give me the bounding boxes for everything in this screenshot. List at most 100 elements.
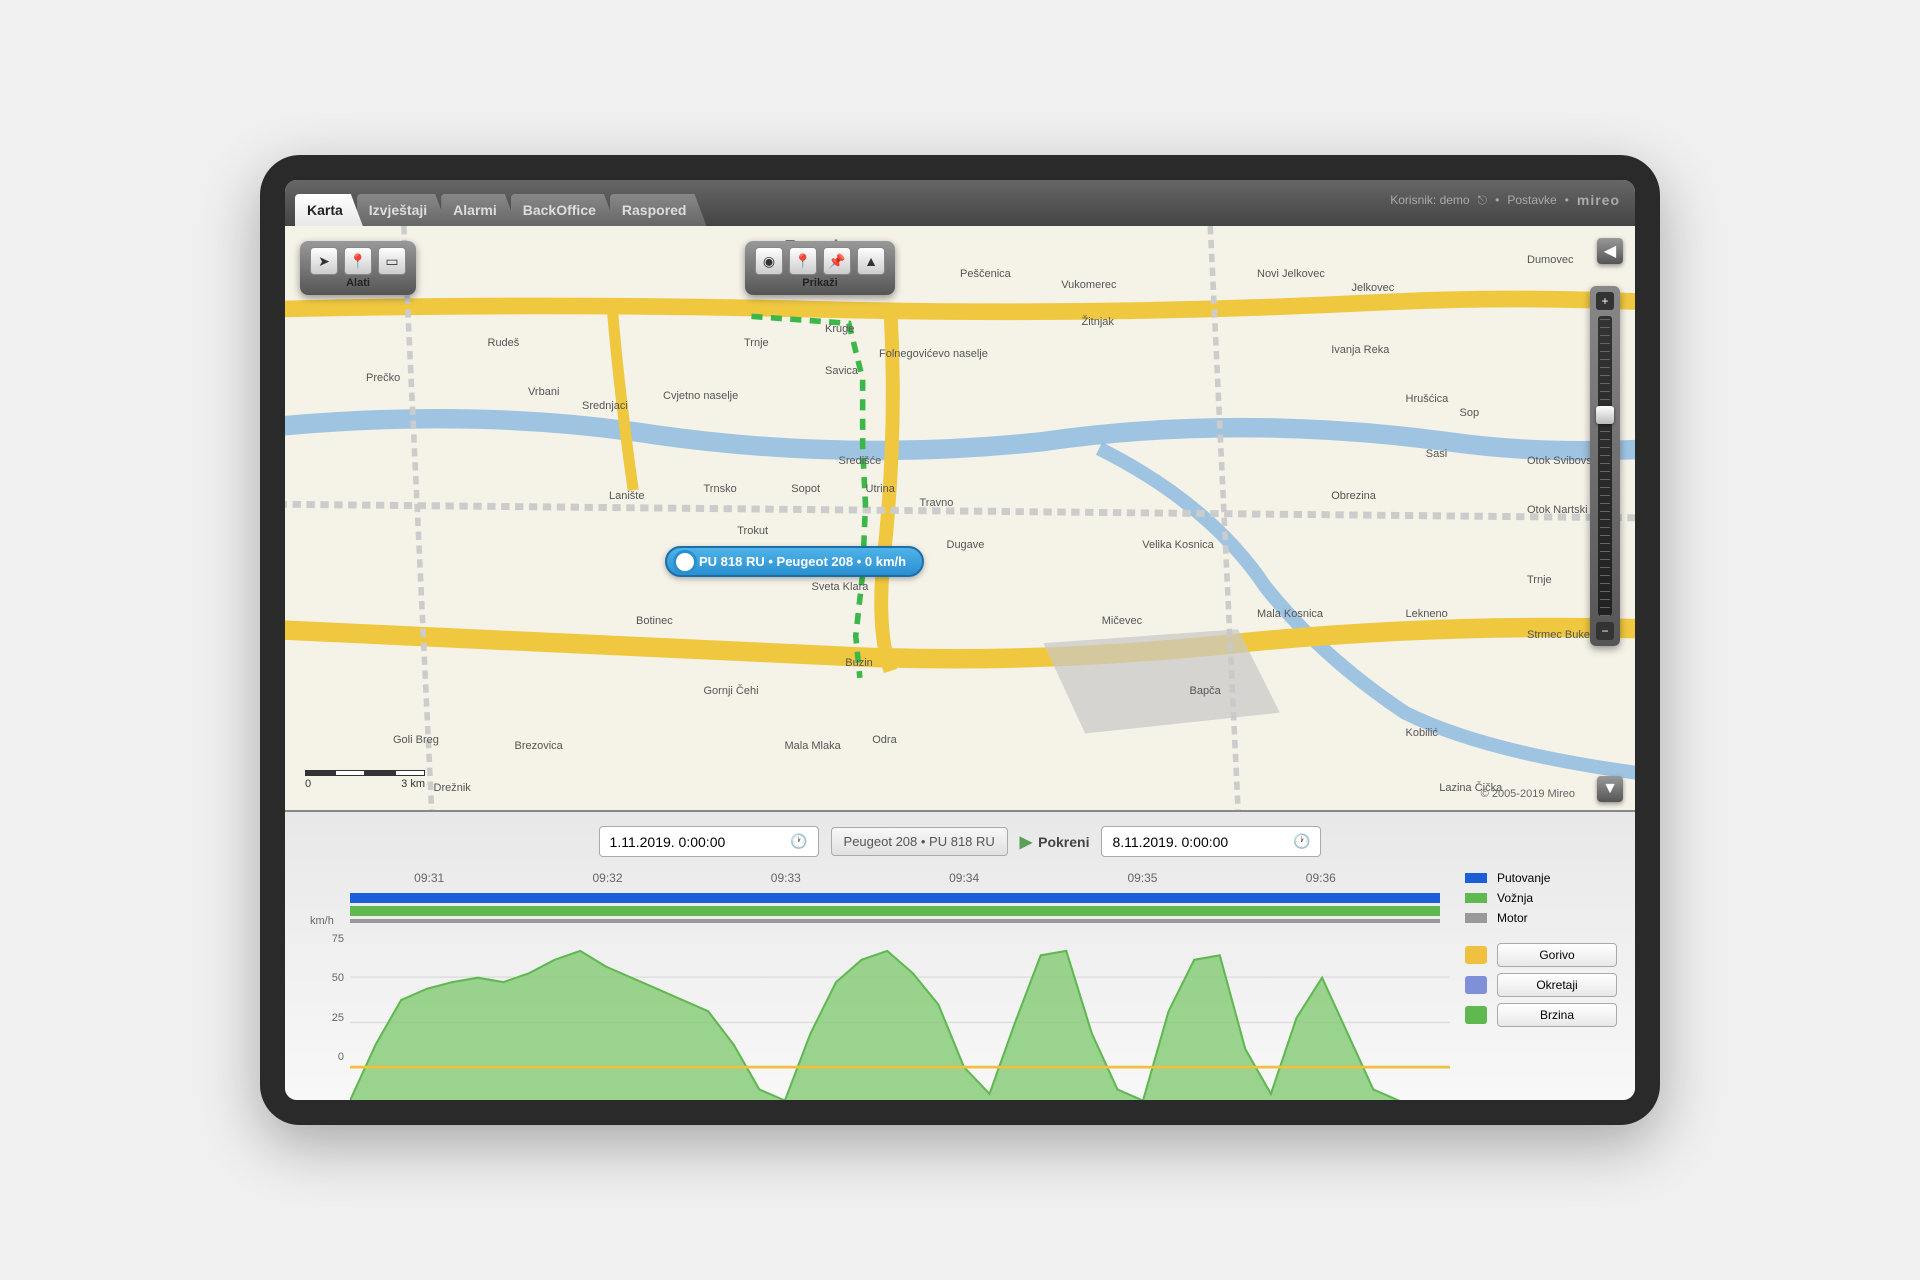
city-label: Središće <box>839 455 882 467</box>
city-label: Dugave <box>947 539 985 551</box>
settings-link[interactable]: Postavke <box>1507 193 1556 207</box>
marker-icon[interactable]: 📍 <box>789 247 817 275</box>
status-bars <box>350 893 1440 923</box>
city-label: Velika Kosnica <box>1142 539 1214 551</box>
topbar: Karta Izvještaji Alarmi BackOffice Raspo… <box>285 180 1635 226</box>
tools-toolbar: ➤ 📍 ▭ Alati <box>300 241 416 295</box>
collapse-right-icon[interactable]: ◀ <box>1597 238 1623 264</box>
city-label: Folnegovićevo naselje <box>879 348 988 360</box>
city-label: Gornji Čehi <box>704 685 759 697</box>
rect-icon[interactable]: ▭ <box>378 247 406 275</box>
city-label: Vrbani <box>528 386 559 398</box>
city-label: Ivanja Reka <box>1331 344 1389 356</box>
brand-logo: mireo <box>1577 192 1620 208</box>
city-label: Vukomerec <box>1061 279 1116 291</box>
city-label: Kruge <box>825 323 854 335</box>
collapse-down-icon[interactable]: ▼ <box>1597 776 1623 802</box>
city-label: Sop <box>1460 407 1480 419</box>
date-from-input[interactable]: 1.11.2019. 0:00:00 🕐 <box>599 826 819 857</box>
city-label: Drežnik <box>434 782 471 794</box>
legend-button[interactable]: Brzina <box>1497 1003 1617 1027</box>
city-label: Trnje <box>1527 574 1552 586</box>
tab-alarmi[interactable]: Alarmi <box>441 194 517 226</box>
legend-item: Putovanje <box>1465 871 1620 885</box>
city-label: Sveta Klara <box>812 581 869 593</box>
logout-icon[interactable]: ⎋ <box>1478 193 1488 208</box>
bottom-panel: 1.11.2019. 0:00:00 🕐 Peugeot 208 • PU 81… <box>285 810 1635 1100</box>
city-label: Peščenica <box>960 268 1011 280</box>
city-label: Srednjaci <box>582 400 628 412</box>
city-label: Jelkovec <box>1352 282 1395 294</box>
legend-swatch <box>1465 946 1487 964</box>
city-label: Goli Breg <box>393 734 439 746</box>
city-label: Rudeš <box>488 337 520 349</box>
city-label: Sasi <box>1426 448 1447 460</box>
city-label: Cvjetno naselje <box>663 390 738 402</box>
tab-izvjestaji[interactable]: Izvještaji <box>357 194 447 226</box>
city-label: Bapča <box>1190 685 1221 697</box>
city-label: Kobilić <box>1406 727 1438 739</box>
tab-backoffice[interactable]: BackOffice <box>511 194 616 226</box>
city-label: Trnsko <box>704 483 737 495</box>
pointer-icon[interactable]: ➤ <box>310 247 338 275</box>
zoom-in-button[interactable]: + <box>1596 292 1614 310</box>
vehicle-badge[interactable]: PU 818 RU • Peugeot 208 • 0 km/h <box>665 546 924 577</box>
city-label: Mala Kosnica <box>1257 608 1323 620</box>
copyright: © 2005-2019 Mireo <box>1481 788 1575 800</box>
legend-item: Motor <box>1465 911 1620 925</box>
city-label: Lekneno <box>1406 608 1448 620</box>
pushpin-icon[interactable]: 📌 <box>823 247 851 275</box>
city-label: Odra <box>872 734 896 746</box>
road-icon[interactable]: ▲ <box>857 247 885 275</box>
city-label: Žitnjak <box>1082 316 1114 328</box>
city-label: Botinec <box>636 615 673 627</box>
legend-button[interactable]: Okretaji <box>1497 973 1617 997</box>
city-label: Mala Mlaka <box>785 740 841 752</box>
map[interactable]: ZagrebPrečkoRudešVrbaniSrednjaciCvjetno … <box>285 226 1635 810</box>
city-label: Savica <box>825 365 858 377</box>
date-to-input[interactable]: 8.11.2019. 0:00:00 🕐 <box>1101 826 1321 857</box>
clock-icon: 🕐 <box>1293 833 1310 850</box>
compass-icon[interactable]: ◉ <box>755 247 783 275</box>
legend-swatch <box>1465 976 1487 994</box>
play-icon: ▶ <box>1020 832 1032 852</box>
city-label: Hrušćica <box>1406 393 1449 405</box>
zoom-out-button[interactable]: − <box>1596 622 1614 640</box>
city-label: Sopot <box>791 483 820 495</box>
city-label: Dumovec <box>1527 254 1573 266</box>
city-label: Brezovica <box>515 740 563 752</box>
city-label: Buzin <box>845 657 873 669</box>
zoom-slider[interactable] <box>1598 316 1612 616</box>
chart-legend: Putovanje Vožnja Motor Gorivo Okretaji Brzin… <box>1450 871 1620 1085</box>
zoom-control: + − <box>1590 286 1620 646</box>
city-label: Lanište <box>609 490 644 502</box>
city-label: Obrezina <box>1331 490 1376 502</box>
scale-bar: 0 3 km <box>305 770 425 790</box>
tools-label: Alati <box>310 277 406 289</box>
legend-swatch <box>1465 1006 1487 1024</box>
tab-karta[interactable]: Karta <box>295 194 363 226</box>
legend-button[interactable]: Gorivo <box>1497 943 1617 967</box>
city-label: Mičevec <box>1102 615 1142 627</box>
y-axis-label: km/h <box>310 915 334 927</box>
city-label: Utrina <box>866 483 895 495</box>
user-label: Korisnik: demo <box>1390 193 1469 207</box>
legend-item: Vožnja <box>1465 891 1620 905</box>
play-button[interactable]: ▶ Pokreni <box>1020 832 1090 852</box>
tabs: Karta Izvještaji Alarmi BackOffice Raspo… <box>295 194 706 226</box>
time-axis: 09:3109:3209:3309:3409:3509:36 <box>300 871 1450 885</box>
city-label: Otok Nartski <box>1527 504 1588 516</box>
pin-icon[interactable]: 📍 <box>344 247 372 275</box>
y-axis: 7550250 <box>310 933 350 1063</box>
speed-chart[interactable]: km/h 7550250 <box>310 933 1450 1063</box>
city-label: Trokut <box>737 525 768 537</box>
city-label: Prečko <box>366 372 400 384</box>
city-label: Otok Svibovski <box>1527 455 1600 467</box>
show-toolbar: ◉ 📍 📌 ▲ Prikaži <box>745 241 895 295</box>
city-label: Trnje <box>744 337 769 349</box>
show-label: Prikaži <box>755 277 885 289</box>
clock-icon: 🕐 <box>790 833 807 850</box>
city-label: Novi Jelkovec <box>1257 268 1325 280</box>
tab-raspored[interactable]: Raspored <box>610 194 707 226</box>
vehicle-select[interactable]: Peugeot 208 • PU 818 RU <box>831 827 1008 856</box>
